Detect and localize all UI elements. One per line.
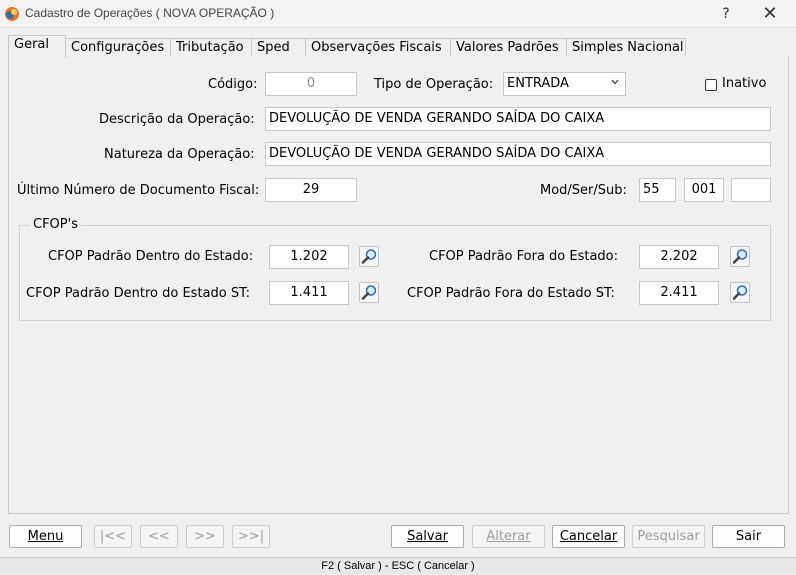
natureza-label: Natureza da Operação: xyxy=(104,147,255,162)
cfop-dentro-st-search-button[interactable] xyxy=(359,282,379,303)
tipo-operacao-label: Tipo de Operação: xyxy=(374,77,494,92)
last-record-button[interactable]: >>| xyxy=(232,525,270,548)
tipo-operacao-select[interactable]: ENTRADA xyxy=(503,72,626,96)
inativo-checkbox[interactable]: Inativo xyxy=(705,76,780,94)
window-title: Cadastro de Operações ( NOVA OPERAÇÃO ) xyxy=(25,6,275,20)
cfop-fora-st-label: CFOP Padrão Fora do Estado ST: xyxy=(407,286,615,301)
tab-observacoes-fiscais[interactable]: Observações Fiscais xyxy=(305,38,451,58)
alterar-button-label: Alterar xyxy=(486,529,531,544)
cancelar-button[interactable]: Cancelar xyxy=(552,525,625,548)
alterar-button[interactable]: Alterar xyxy=(472,525,545,548)
next-record-button[interactable]: >> xyxy=(186,525,224,548)
tab-valores-padroes[interactable]: Valores Padrões xyxy=(450,38,567,58)
cfop-dentro-st-label: CFOP Padrão Dentro do Estado ST: xyxy=(26,286,250,301)
checkbox-box[interactable] xyxy=(705,79,717,91)
cancelar-button-label: Cancelar xyxy=(559,529,618,544)
sair-button[interactable]: Sair xyxy=(712,525,785,548)
codigo-label: Código: xyxy=(208,77,258,92)
tab-sped[interactable]: Sped xyxy=(251,38,306,58)
chevron-down-icon xyxy=(611,79,619,85)
tab-simples-nacional[interactable]: Simples Nacional xyxy=(566,38,686,58)
tipo-operacao-value: ENTRADA xyxy=(507,76,569,91)
help-button[interactable]: ? xyxy=(708,2,744,26)
previous-record-button[interactable]: << xyxy=(140,525,178,548)
first-record-button[interactable]: |<< xyxy=(94,525,132,548)
subserie-field[interactable] xyxy=(731,178,771,202)
codigo-field[interactable]: 0 xyxy=(265,72,357,96)
cfop-fora-st-search-button[interactable] xyxy=(730,282,750,303)
menu-button[interactable]: Menu xyxy=(9,525,82,548)
cfop-fora-label: CFOP Padrão Fora do Estado: xyxy=(429,249,619,264)
cfop-dentro-label: CFOP Padrão Dentro do Estado: xyxy=(48,249,254,264)
menu-button-label: Menu xyxy=(27,529,64,544)
title-bar: Cadastro de Operações ( NOVA OPERAÇÃO ) … xyxy=(0,0,796,28)
tab-tributacao[interactable]: Tributação xyxy=(170,38,252,58)
natureza-field[interactable]: DEVOLUÇÃO DE VENDA GERANDO SAÍDA DO CAIX… xyxy=(265,142,771,166)
cfop-dentro-st-field[interactable]: 1.411 xyxy=(269,281,349,305)
cfop-fora-st-field[interactable]: 2.411 xyxy=(639,281,719,305)
cfops-group-title: CFOP's xyxy=(30,217,81,232)
search-icon xyxy=(732,285,748,300)
inativo-label: Inativo xyxy=(722,76,767,91)
mod-ser-sub-label: Mod/Ser/Sub: xyxy=(540,183,627,198)
close-button[interactable]: ✕ xyxy=(752,2,788,26)
cfop-dentro-field[interactable]: 1.202 xyxy=(269,245,349,269)
serie-field[interactable]: 001 xyxy=(684,178,724,202)
tab-configuracoes[interactable]: Configurações xyxy=(65,38,171,58)
search-icon xyxy=(361,285,377,300)
descricao-field[interactable]: DEVOLUÇÃO DE VENDA GERANDO SAÍDA DO CAIX… xyxy=(265,107,771,131)
search-icon xyxy=(732,249,748,264)
app-logo-icon xyxy=(5,7,19,21)
status-bar: F2 ( Salvar ) - ESC ( Cancelar ) xyxy=(0,557,796,574)
ultimo-numero-label: Último Número de Documento Fiscal: xyxy=(17,183,260,198)
cfop-dentro-search-button[interactable] xyxy=(359,246,379,267)
cfop-fora-search-button[interactable] xyxy=(730,246,750,267)
ultimo-numero-field[interactable]: 29 xyxy=(265,178,357,202)
salvar-button[interactable]: Salvar xyxy=(391,525,464,548)
mod-field[interactable]: 55 xyxy=(639,178,676,202)
cfops-group xyxy=(19,225,771,321)
cfop-fora-field[interactable]: 2.202 xyxy=(639,245,719,269)
tab-geral[interactable]: Geral xyxy=(8,35,66,58)
search-icon xyxy=(361,249,377,264)
descricao-label: Descrição da Operação: xyxy=(99,112,255,127)
pesquisar-button[interactable]: Pesquisar xyxy=(632,525,705,548)
salvar-button-label: Salvar xyxy=(407,529,448,544)
shortcuts-hint: F2 ( Salvar ) - ESC ( Cancelar ) xyxy=(321,560,475,572)
